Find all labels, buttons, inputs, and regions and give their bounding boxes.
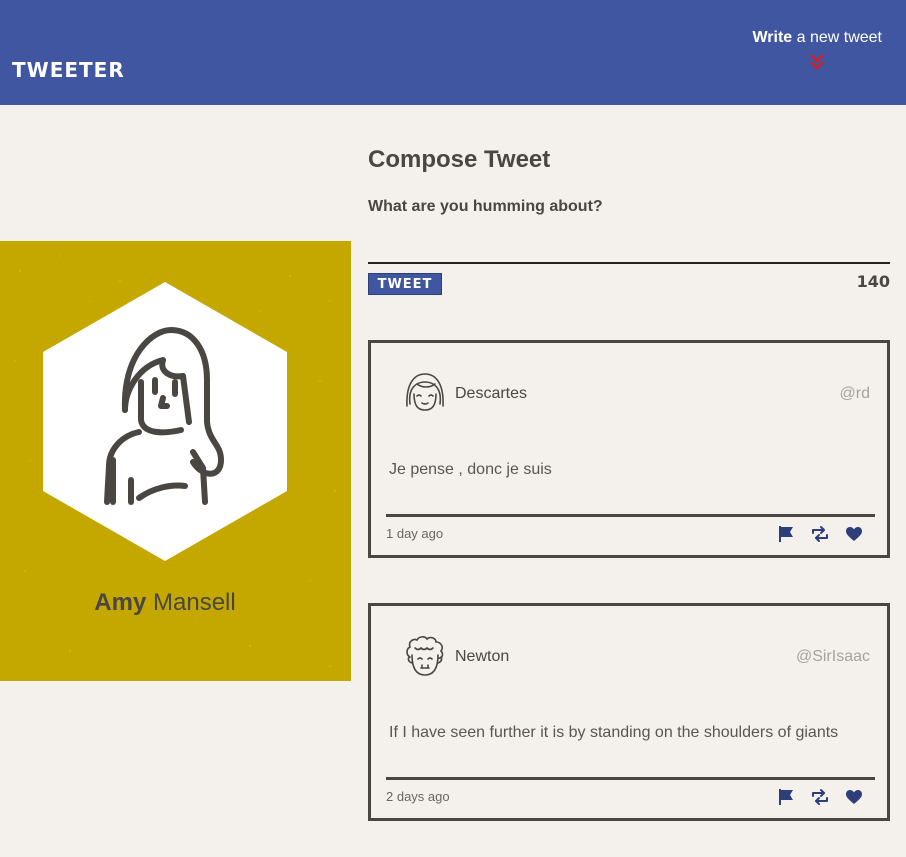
write-new-tweet-link[interactable]: Write a new tweet — [752, 29, 882, 47]
curly-hair-avatar-icon — [406, 636, 444, 676]
tweet-card: Newton @SirIsaac If I have seen further … — [368, 603, 890, 821]
profile-first-name: Amy — [94, 589, 147, 616]
tweet-body: Je pense , donc je suis — [389, 461, 552, 478]
tweet-timestamp: 2 days ago — [386, 789, 450, 804]
flag-icon[interactable] — [776, 787, 796, 807]
tweet-actions — [776, 524, 866, 544]
top-nav: TWEETER Write a new tweet — [0, 0, 906, 105]
compose-label: What are you humming about? — [368, 198, 603, 215]
flag-icon[interactable] — [776, 524, 796, 544]
retweet-icon[interactable] — [810, 787, 830, 807]
heart-icon[interactable] — [844, 524, 864, 544]
bob-hair-avatar-icon — [406, 373, 444, 411]
tweet-textarea[interactable] — [368, 220, 890, 264]
compose-title: Compose Tweet — [368, 146, 551, 173]
tweet-card: Descartes @rd Je pense , donc je suis 1 … — [368, 340, 890, 558]
write-link-rest: a new tweet — [792, 29, 882, 46]
tweet-body: If I have seen further it is by standing… — [389, 724, 839, 741]
tweet-divider — [386, 514, 875, 517]
tweet-author-name: Newton — [455, 648, 510, 665]
character-counter: 140 — [856, 272, 890, 291]
tweet-author-handle: @SirIsaac — [795, 648, 870, 665]
brand-logo[interactable]: TWEETER — [12, 58, 125, 82]
profile-last-name: Mansell — [153, 589, 236, 616]
retweet-icon[interactable] — [810, 524, 830, 544]
double-chevron-down-icon[interactable] — [810, 54, 824, 70]
write-link-bold: Write — [752, 29, 793, 46]
profile-name: Amy Mansell — [0, 589, 330, 617]
tweet-author-handle: @rd — [839, 385, 870, 402]
tweet-author-name: Descartes — [455, 385, 528, 402]
tweet-timestamp: 1 day ago — [386, 526, 444, 541]
tweet-divider — [386, 777, 875, 780]
heart-icon[interactable] — [844, 787, 864, 807]
tweet-actions — [776, 787, 866, 807]
woman-avatar-icon — [43, 282, 287, 561]
tweet-button[interactable]: TWEET — [368, 273, 442, 295]
